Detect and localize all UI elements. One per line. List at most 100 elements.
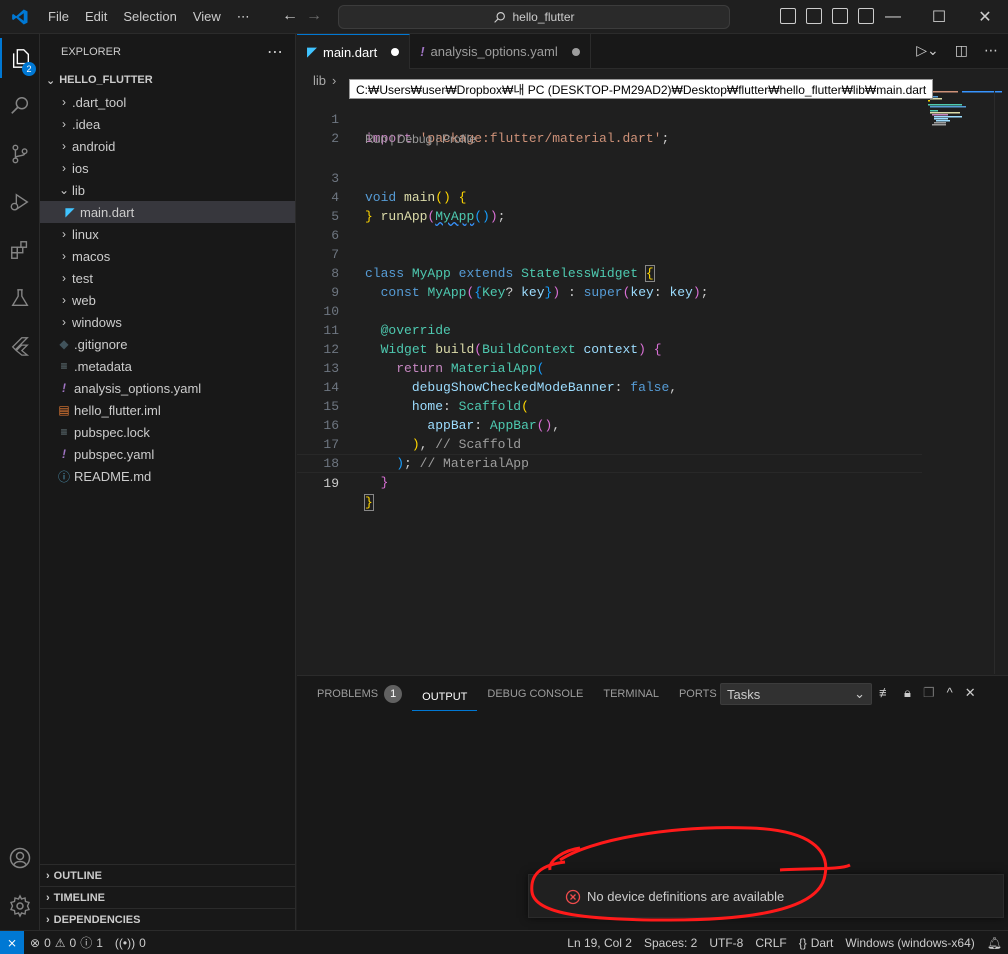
cursor-position[interactable]: Ln 19, Col 2 <box>561 936 638 950</box>
command-center-search[interactable]: hello_flutter <box>338 5 730 29</box>
chevron-right-icon: › <box>62 249 66 263</box>
search-view-icon[interactable] <box>0 86 40 126</box>
run-debug-dropdown-icon[interactable]: ▷⌄ <box>916 42 939 59</box>
close-panel-icon[interactable]: ✕ <box>965 685 976 701</box>
testing-flask-icon[interactable] <box>0 278 40 318</box>
accounts-icon[interactable] <box>0 838 40 878</box>
yaml-file-icon: ! <box>62 381 66 395</box>
tree-item-hello-flutter-iml[interactable]: ▤ hello_flutter.iml <box>40 399 295 421</box>
toggle-primary-sidebar-icon[interactable] <box>780 8 796 24</box>
ports-status[interactable]: ((•)) 0 <box>109 936 152 950</box>
tree-item-linux[interactable]: › linux <box>40 223 295 245</box>
unsaved-dot-icon[interactable] <box>571 47 580 56</box>
code-line: 2 <box>331 131 339 146</box>
menu-edit[interactable]: Edit <box>77 0 115 34</box>
toggle-panel-icon[interactable] <box>806 8 822 24</box>
device-selector[interactable]: Windows (windows-x64) <box>839 936 980 950</box>
tree-item-analysis-options-yaml[interactable]: ! analysis_options.yaml <box>40 377 295 399</box>
toggle-secondary-sidebar-icon[interactable] <box>832 8 848 24</box>
maximize-icon[interactable]: ☐ <box>916 0 962 34</box>
tree-item-web[interactable]: › web <box>40 289 295 311</box>
back-arrow-icon[interactable]: ← <box>282 7 298 25</box>
menu-bar: File Edit Selection View ⋯ <box>40 0 258 34</box>
tree-item-dart-tool[interactable]: › .dart_tool <box>40 91 295 113</box>
flutter-icon[interactable] <box>0 326 40 366</box>
split-editor-icon[interactable]: ◫ <box>955 42 968 59</box>
tab-main-dart[interactable]: ◤ main.dart <box>297 34 411 69</box>
tree-item-gitignore[interactable]: ◆ .gitignore <box>40 333 295 355</box>
copy-icon[interactable]: ❐ <box>923 685 935 701</box>
minimap[interactable] <box>926 91 1002 131</box>
code-line-current: 19 } <box>297 454 922 511</box>
code-line: 9 <box>331 285 339 300</box>
problems-status[interactable]: ⊗ 0 ⚠ 0 ⓘ 1 <box>24 934 109 951</box>
menu-view[interactable]: View <box>185 0 229 34</box>
run-debug-icon[interactable] <box>0 182 40 222</box>
tab-terminal[interactable]: TERMINAL <box>593 676 669 711</box>
tab-analysis-options[interactable]: ! analysis_options.yaml <box>410 34 591 69</box>
output-channel-select[interactable]: Tasks ⌄ <box>720 683 872 705</box>
more-actions-icon[interactable]: ⋯ <box>984 42 998 59</box>
tree-item-test[interactable]: › test <box>40 267 295 289</box>
unsaved-dot-icon[interactable] <box>391 48 400 56</box>
chevron-right-icon: › <box>46 891 50 904</box>
forward-arrow-icon[interactable]: → <box>306 7 322 25</box>
outline-section[interactable]: › OUTLINE <box>40 864 296 886</box>
timeline-section[interactable]: › TIMELINE <box>40 886 296 908</box>
editor-scrollbar[interactable] <box>994 91 1008 674</box>
menu-selection[interactable]: Selection <box>115 0 184 34</box>
remote-indicator-icon[interactable]: ⨯ <box>0 930 24 954</box>
text-file-icon: ≡ <box>60 359 68 373</box>
tree-item-readme-md[interactable]: ⓘ README.md <box>40 465 295 487</box>
minimize-icon[interactable]: — <box>870 0 916 34</box>
dependencies-section[interactable]: › DEPENDENCIES <box>40 908 296 930</box>
tab-output[interactable]: OUTPUT <box>412 683 478 711</box>
menu-file[interactable]: File <box>40 0 77 34</box>
explorer-icon[interactable]: 2 <box>0 38 40 78</box>
yaml-file-icon: ! <box>62 447 66 461</box>
notifications-bell-icon[interactable]: 🔔︎ <box>981 936 1008 950</box>
chevron-right-icon: › <box>62 315 66 329</box>
source-control-icon[interactable] <box>0 134 40 174</box>
tree-item-metadata[interactable]: ≡ .metadata <box>40 355 295 377</box>
language-mode[interactable]: {} Dart <box>793 936 840 950</box>
file-path-tooltip: C:₩Users₩user₩Dropbox₩내 PC (DESKTOP-PM29… <box>349 79 934 99</box>
notification-toast[interactable]: No device definitions are available <box>528 874 1004 918</box>
encoding[interactable]: UTF-8 <box>703 936 749 950</box>
tree-item-pubspec-yaml[interactable]: ! pubspec.yaml <box>40 443 295 465</box>
ports-count: 0 <box>139 935 146 950</box>
tree-item-windows[interactable]: › windows <box>40 311 295 333</box>
code-line: 11 Widget build(BuildContext context) { <box>323 323 662 357</box>
tab-ports[interactable]: PORTS <box>669 676 727 711</box>
indentation[interactable]: Spaces: 2 <box>638 936 703 950</box>
tree-item-label: analysis_options.yaml <box>74 380 202 396</box>
maximize-panel-icon[interactable]: ^ <box>947 685 953 701</box>
breadcrumb-lib[interactable]: lib <box>313 73 326 88</box>
chevron-right-icon: › <box>46 869 50 882</box>
tree-item-macos[interactable]: › macos <box>40 245 295 267</box>
code-line: 18 } <box>323 456 389 490</box>
menu-more[interactable]: ⋯ <box>229 0 258 34</box>
workspace-root[interactable]: ⌄ HELLO_FLUTTER <box>40 69 295 91</box>
tree-item-lib[interactable]: ⌄ lib <box>40 179 295 201</box>
code-line: 13 debugShowCheckedModeBanner: false, <box>323 361 678 395</box>
tree-item-pubspec-lock[interactable]: ≡ pubspec.lock <box>40 421 295 443</box>
chevron-right-icon: › <box>62 227 66 241</box>
close-window-icon[interactable]: ✕ <box>962 0 1008 34</box>
code-line: 10 @override <box>323 304 451 338</box>
tree-item-label: README.md <box>74 468 152 484</box>
end-of-line[interactable]: CRLF <box>749 936 792 950</box>
tab-problems[interactable]: PROBLEMS 1 <box>307 676 412 711</box>
settings-gear-icon[interactable] <box>0 886 40 926</box>
tree-item-idea[interactable]: › .idea <box>40 113 295 135</box>
clear-output-icon[interactable]: ≢ <box>879 685 892 701</box>
tree-item-main-dart[interactable]: ◤ main.dart <box>40 201 295 223</box>
tree-item-android[interactable]: › android <box>40 135 295 157</box>
codelens-run-debug-profile[interactable]: Run | Debug | Profile <box>365 132 476 146</box>
more-actions-icon[interactable]: ⋯ <box>267 42 283 62</box>
broadcast-icon: ((•)) <box>114 935 136 950</box>
lock-scroll-icon[interactable]: 🔒︎ <box>904 685 911 701</box>
tab-debug-console[interactable]: DEBUG CONSOLE <box>477 676 593 711</box>
extensions-icon[interactable] <box>0 230 40 270</box>
tree-item-ios[interactable]: › ios <box>40 157 295 179</box>
